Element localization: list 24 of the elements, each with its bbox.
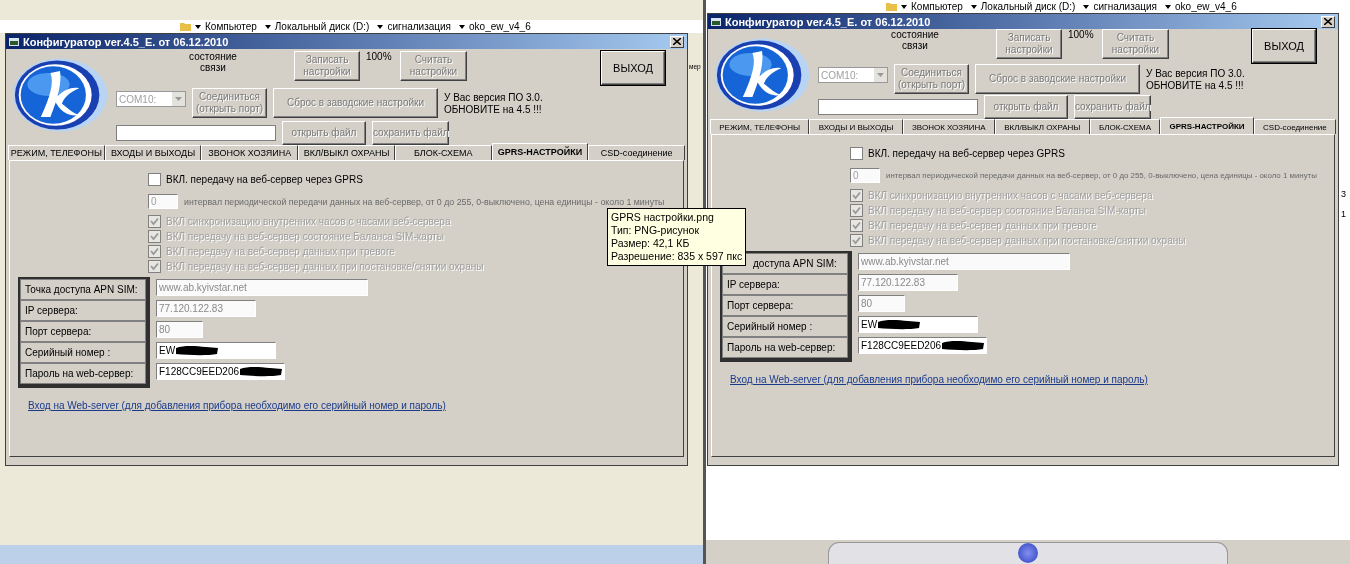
tooltip-line: Размер: 42,1 КБ (611, 237, 691, 250)
progress-percent: 100% (366, 51, 393, 62)
window-title: Конфигуратор ver.4.5_E. от 06.12.2010 (725, 15, 931, 28)
edge-text: 1 (1341, 209, 1347, 219)
window-title: Конфигуратор ver.4.5_E. от 06.12.2010 (23, 35, 229, 48)
field-label: Порт сервера: (20, 321, 146, 342)
connection-status-label: состояние связи (890, 29, 940, 51)
field-label: IP сервера: (20, 300, 146, 321)
field-label: Серийный номер : (20, 342, 146, 363)
edge-text: 3 (1341, 189, 1347, 199)
field-label: Пароль на web-сервер: (20, 363, 146, 384)
field-label: Точка доступа APN SIM: (20, 279, 146, 300)
field-label: Пароль на web-сервер: (722, 337, 848, 358)
version-notice: У Вас версия ПО 3.0. ОБНОВИТЕ на 4.5 !!! (1146, 68, 1245, 92)
interval-label: интервал периодической передачи данных на веб-сервер, от 0 до 255, 0-выключено, цена единицы - около 1 минуты (184, 196, 665, 207)
tooltip-line: Тип: PNG-рисунок (611, 224, 701, 237)
field-label: IP сервера: (722, 274, 848, 295)
version-notice: У Вас версия ПО 3.0. ОБНОВИТЕ на 4.5 !!! (444, 92, 543, 116)
field-label: Серийный номер : (722, 316, 848, 337)
tooltip-line: GPRS настройки.png (611, 211, 715, 224)
progress-percent: 100% (1068, 29, 1095, 40)
tooltip-line: Разрешение: 835 x 597 пкс (611, 250, 743, 263)
connection-status-label: состояние связи (188, 51, 238, 73)
field-label: Порт сервера: (722, 295, 848, 316)
